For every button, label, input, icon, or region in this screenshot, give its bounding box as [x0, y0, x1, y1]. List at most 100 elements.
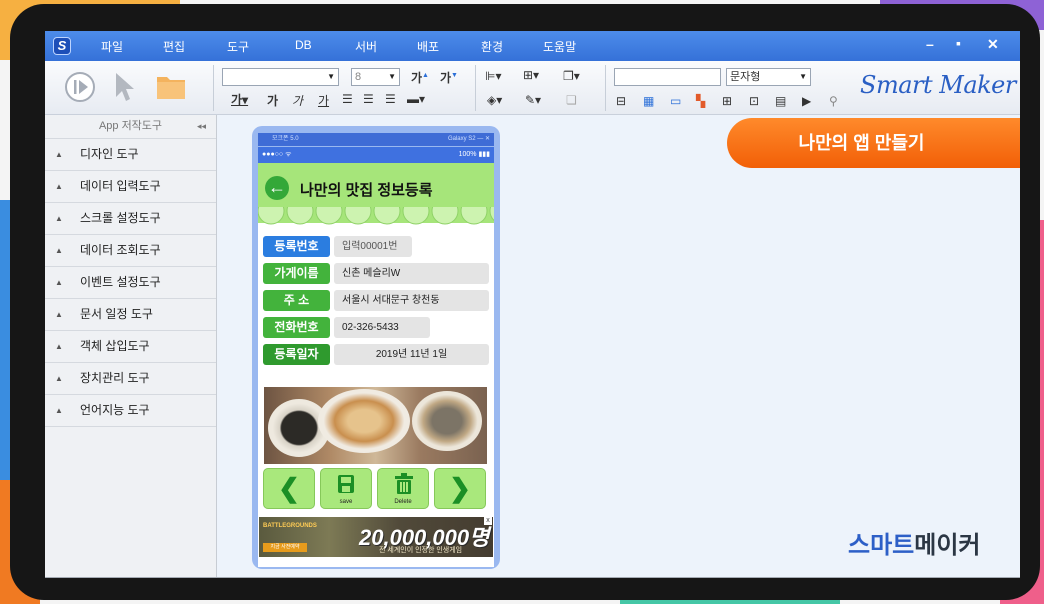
group-icon[interactable]: ❐▾ — [563, 69, 580, 83]
sidebar-item-object-insert[interactable]: ▲ 객체 삽입도구 — [45, 331, 216, 363]
promo-banner: 나만의 앱 만들기 — [727, 118, 1020, 168]
field-value-phone[interactable]: 02-326-5433 — [334, 317, 430, 338]
next-button[interactable]: ❯ — [434, 468, 486, 509]
field-label-phone: 전화번호 — [263, 317, 330, 338]
app-header: ← 나만의 맛집 정보등록 — [258, 163, 494, 225]
phone-status-bar: ●●●○○ ᯤ 100% ▮▮▮ — [258, 147, 494, 163]
save-icon — [338, 475, 354, 493]
tool-button-7-icon[interactable]: ▤ — [775, 94, 786, 108]
toolbar-separator — [605, 65, 606, 111]
line-color-icon[interactable]: ✎▾ — [525, 93, 541, 107]
sidebar-item-device[interactable]: ▲ 장치관리 도구 — [45, 363, 216, 395]
tool-button-4-icon[interactable]: ▚ — [696, 94, 705, 108]
object-name-input[interactable] — [614, 68, 721, 86]
tool-button-9-icon[interactable]: ⚲ — [829, 94, 838, 108]
italic-button[interactable]: 가 — [292, 92, 303, 109]
sidebar-item-label: 이벤트 설정도구 — [80, 275, 161, 289]
status-strip — [45, 577, 1020, 578]
ungroup-icon[interactable]: ❏ — [566, 93, 577, 107]
screen: S 파일 편집 도구 DB 서버 배포 환경 도움말 – ▪ ✕ ▼ 8 ▼ 가… — [45, 31, 1020, 578]
menu-environment[interactable]: 환경 — [481, 38, 503, 55]
menu-tools[interactable]: 도구 — [227, 38, 249, 55]
align-center-icon[interactable]: ☰ — [363, 92, 374, 106]
field-value-store-name[interactable]: 신촌 메슬리W — [334, 263, 489, 284]
font-shrink-button[interactable]: 가▼ — [440, 69, 458, 86]
scallop-decoration — [258, 207, 494, 225]
monitor-frame: S 파일 편집 도구 DB 서버 배포 환경 도움말 – ▪ ✕ ▼ 8 ▼ 가… — [10, 4, 1040, 600]
caret-up-icon: ▲ — [55, 182, 63, 191]
menu-file[interactable]: 파일 — [101, 38, 123, 55]
ad-tagline: 전 세계인이 인정한 인생게임 — [379, 547, 463, 554]
run-icon[interactable] — [63, 70, 97, 104]
font-size-select[interactable]: 8 ▼ — [351, 68, 400, 86]
menu-deploy[interactable]: 배포 — [417, 38, 439, 55]
sidebar-header: App 저작도구 ◂◂ — [45, 115, 216, 139]
caret-up-icon: ▲ — [55, 374, 63, 383]
prev-button[interactable]: ❮ — [263, 468, 315, 509]
pointer-icon[interactable] — [113, 71, 135, 103]
save-button[interactable]: save — [320, 468, 372, 509]
font-name-select[interactable]: ▼ — [222, 68, 339, 86]
font-grow-button[interactable]: 가▲ — [411, 69, 429, 86]
smartmaker-logo: Smart Maker — [860, 71, 1016, 99]
close-button[interactable]: ✕ — [987, 36, 999, 53]
caret-up-icon: ▲ — [55, 406, 63, 415]
line-style-icon[interactable]: ▬▾ — [407, 92, 425, 106]
caret-up-icon: ▲ — [55, 214, 63, 223]
save-label: save — [339, 499, 353, 505]
toolbar-separator — [475, 65, 476, 111]
menu-edit[interactable]: 편집 — [163, 38, 185, 55]
sidebar-item-design[interactable]: ▲ 디자인 도구 — [45, 139, 216, 171]
collapse-icon[interactable]: ◂◂ — [197, 115, 206, 137]
sidebar-item-data-input[interactable]: ▲ 데이터 입력도구 — [45, 171, 216, 203]
maximize-button[interactable]: ▪ — [956, 35, 961, 51]
tool-button-5-icon[interactable]: ⊞ — [722, 94, 732, 108]
ad-banner[interactable]: BATTLEGROUNDS 지금 사전예약 20,000,000명 전 세계인이… — [259, 517, 493, 557]
menu-server[interactable]: 서버 — [355, 38, 377, 55]
sidebar-item-language-ai[interactable]: ▲ 언어지능 도구 — [45, 395, 216, 427]
font-color-button[interactable]: 가▾ — [231, 91, 248, 108]
sidebar-item-schedule[interactable]: ▲ 문서 일정 도구 — [45, 299, 216, 331]
tool-button-6-icon[interactable]: ⊡ — [749, 94, 759, 108]
sidebar-item-label: 스크롤 설정도구 — [80, 211, 161, 225]
field-value-address[interactable]: 서울시 서대문구 창천동 — [334, 290, 489, 311]
fill-color-icon[interactable]: ◈▾ — [487, 93, 502, 107]
align-right-icon[interactable]: ☰ — [385, 92, 396, 106]
video-icon[interactable]: ▶ — [802, 94, 811, 108]
caret-up-icon: ▲ — [55, 246, 63, 255]
caret-up-icon: ▲ — [55, 278, 63, 287]
minimize-button[interactable]: – — [926, 36, 934, 52]
field-label-address: 주 소 — [263, 290, 330, 311]
sidebar-item-label: 문서 일정 도구 — [80, 307, 153, 321]
sidebar-item-scroll[interactable]: ▲ 스크롤 설정도구 — [45, 203, 216, 235]
sidebar-item-event[interactable]: ▲ 이벤트 설정도구 — [45, 267, 216, 299]
underline-button[interactable]: 가 — [318, 92, 329, 109]
sidebar-item-label: 장치관리 도구 — [80, 371, 150, 385]
tool-button-3-icon[interactable]: ▭ — [670, 94, 681, 108]
sidebar: App 저작도구 ◂◂ ▲ 디자인 도구 ▲ 데이터 입력도구 ▲ 스크롤 설정도구 … — [45, 115, 217, 577]
text-type-select[interactable]: 문자형 ▼ — [726, 68, 811, 86]
field-label-date: 등록일자 — [263, 344, 330, 365]
back-arrow-icon[interactable]: ← — [265, 176, 289, 200]
toolbar-separator — [213, 65, 214, 111]
tool-button-2-icon[interactable]: ▦ — [643, 94, 654, 108]
sidebar-item-data-query[interactable]: ▲ 데이터 조회도구 — [45, 235, 216, 267]
sidebar-item-label: 데이터 입력도구 — [80, 179, 161, 193]
field-value-date[interactable]: 2019년 11년 1일 — [334, 344, 489, 365]
menu-db[interactable]: DB — [295, 38, 312, 52]
tool-button-1-icon[interactable]: ⊟ — [616, 94, 626, 108]
bold-button[interactable]: 가 — [267, 92, 278, 109]
field-value-reg-no[interactable]: 입력00001번 — [334, 236, 412, 257]
delete-button[interactable]: Delete — [377, 468, 429, 509]
caret-up-icon: ▲ — [55, 310, 63, 319]
ad-close-icon[interactable]: x — [484, 517, 492, 525]
folder-icon[interactable] — [156, 73, 186, 100]
field-label-store-name: 가게이름 — [263, 263, 330, 284]
trash-icon — [395, 473, 413, 494]
align-left-icon[interactable]: ☰ — [342, 92, 353, 106]
arrange-icon[interactable]: ⊫▾ — [485, 69, 501, 83]
ad-cta-button[interactable]: 지금 사전예약 — [263, 543, 307, 552]
grid-icon[interactable]: ⊞▾ — [523, 68, 539, 82]
sidebar-item-label: 언어지능 도구 — [80, 403, 150, 417]
menu-help[interactable]: 도움말 — [543, 38, 576, 55]
